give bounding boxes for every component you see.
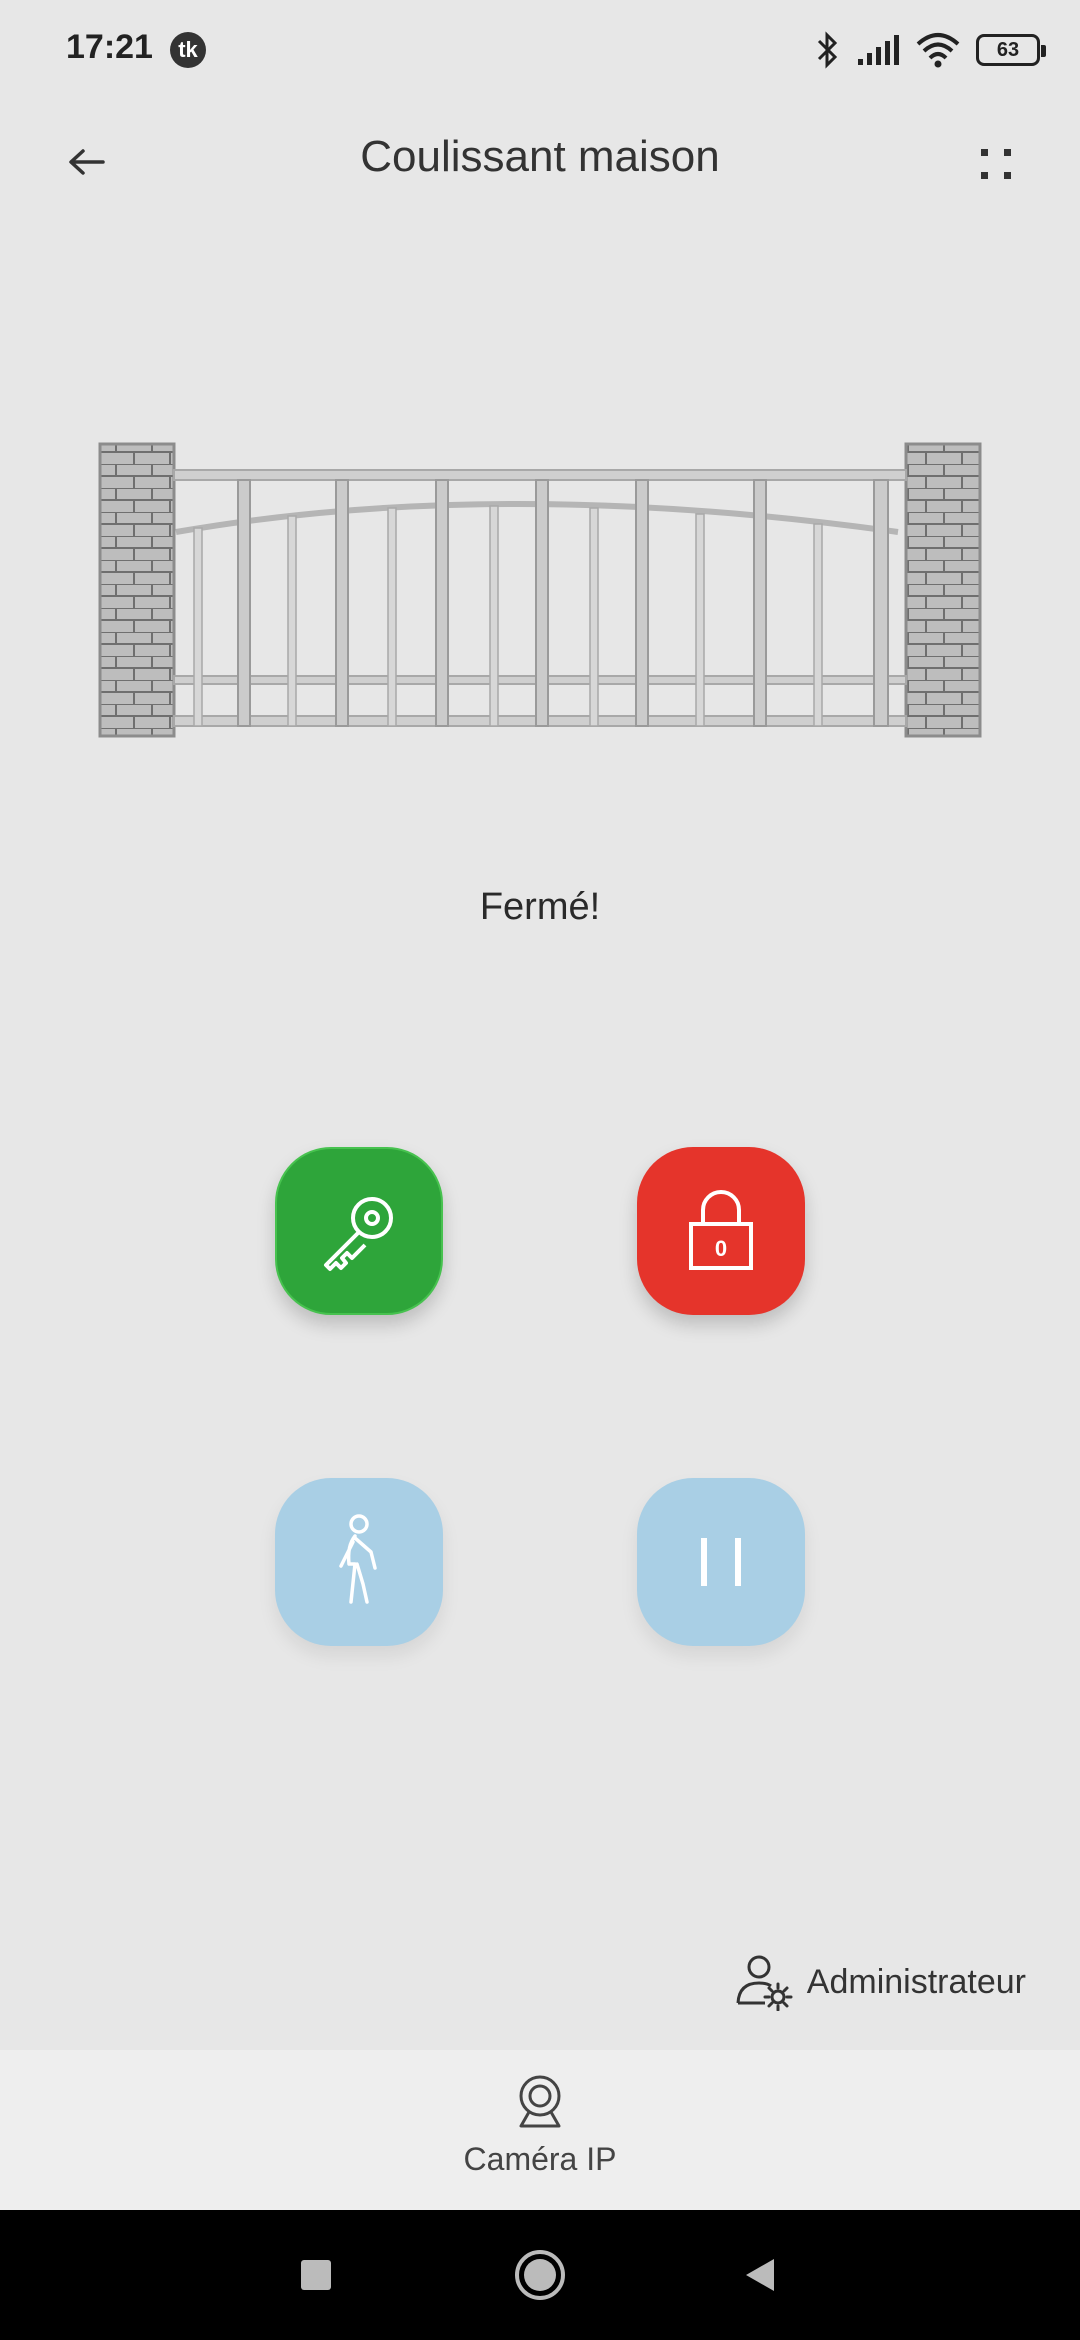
- recents-button[interactable]: [286, 2245, 346, 2305]
- battery-icon: 63: [976, 34, 1046, 66]
- lock-number: 0: [715, 1236, 727, 1261]
- system-nav-bar: [0, 2210, 1080, 2340]
- signal-icon: [858, 35, 899, 65]
- lock-icon: 0: [689, 1190, 753, 1270]
- stop-button[interactable]: [637, 1478, 805, 1646]
- ip-camera-tab[interactable]: Caméra IP: [440, 2074, 640, 2194]
- pause-icon: [701, 1538, 741, 1586]
- gate-state-label: Fermé!: [479, 886, 601, 928]
- square-recents-icon: [301, 2260, 331, 2290]
- bottom-bar: Caméra IP: [0, 2050, 1080, 2210]
- circle-home-icon: [515, 2250, 565, 2300]
- gate-illustration: [98, 442, 982, 738]
- bluetooth-icon: [817, 31, 838, 69]
- walking-person-icon: [339, 1514, 377, 1604]
- ip-camera-label: Caméra IP: [463, 2141, 617, 2177]
- grid-dots-icon: [981, 149, 1011, 179]
- key-icon: [324, 1197, 393, 1271]
- webcam-icon: [519, 2075, 561, 2128]
- app-header: Coulissant maison: [0, 110, 1080, 210]
- open-button[interactable]: [275, 1147, 443, 1315]
- status-time: 17:21: [66, 28, 153, 66]
- status-icons: 63: [816, 28, 1046, 72]
- system-back-button[interactable]: [730, 2245, 790, 2305]
- notification-badge: tk: [170, 32, 206, 68]
- user-settings-icon: [736, 1955, 793, 2011]
- wifi-icon: [916, 33, 960, 68]
- home-button[interactable]: [510, 2245, 570, 2305]
- menu-button[interactable]: [964, 132, 1028, 196]
- triangle-back-icon: [746, 2259, 774, 2291]
- close-button[interactable]: 0: [637, 1147, 805, 1315]
- administrator-label: Administrateur: [806, 1962, 1026, 2001]
- status-bar: 17:21 tk 63: [0, 0, 1080, 100]
- page-title: Coulissant maison: [360, 132, 720, 181]
- pedestrian-button[interactable]: [275, 1478, 443, 1646]
- administrator-link[interactable]: Administrateur: [735, 1950, 1026, 2014]
